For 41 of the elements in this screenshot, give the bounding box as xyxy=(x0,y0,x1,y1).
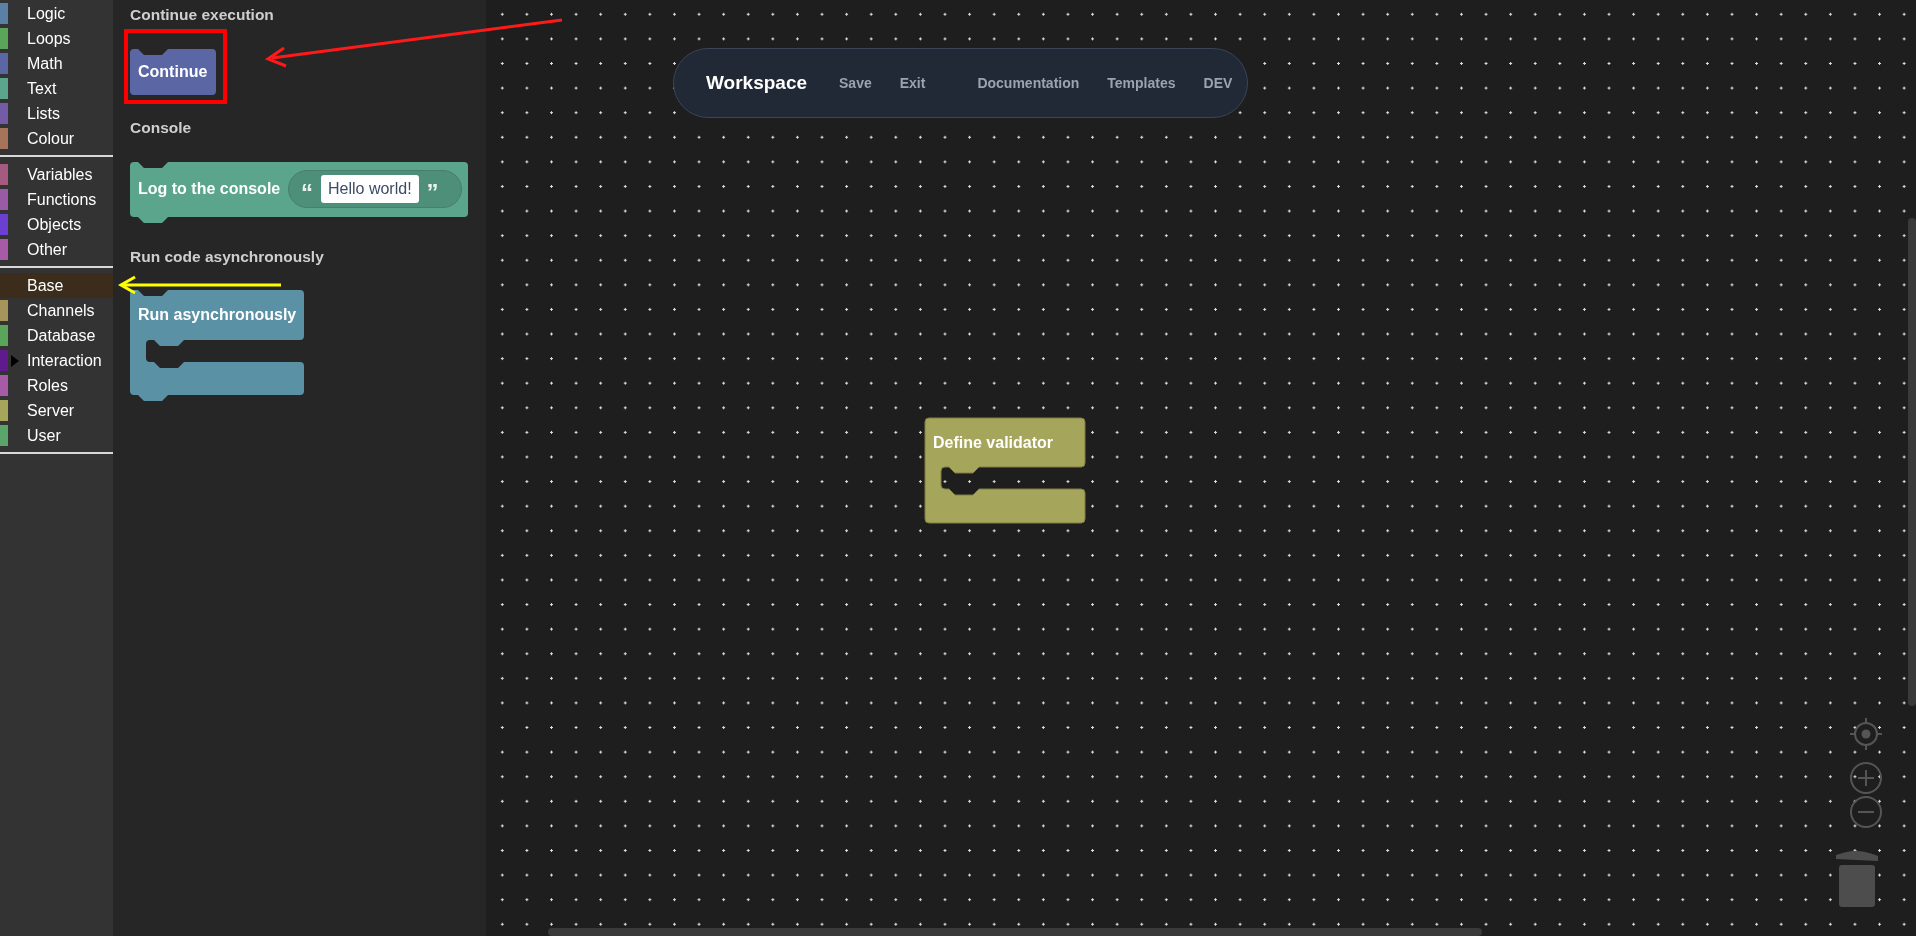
nav-link[interactable]: Documentation xyxy=(977,75,1080,91)
block-label: Continue xyxy=(138,63,208,81)
block-label: Run asynchronously xyxy=(138,306,297,324)
category-item[interactable]: Interaction xyxy=(0,348,113,373)
trash-icon[interactable] xyxy=(1835,850,1879,908)
recenter-target-icon[interactable] xyxy=(1849,717,1883,751)
nav-link[interactable]: Exit xyxy=(899,75,926,91)
category-item[interactable]: Base xyxy=(0,273,113,298)
section-heading: Continue execution xyxy=(130,5,275,25)
open-quote: “ xyxy=(301,181,313,205)
horizontal-scrollbar[interactable] xyxy=(548,928,1482,936)
expand-triangle-icon[interactable] xyxy=(11,355,19,367)
category-item[interactable]: Objects xyxy=(0,212,113,237)
block-label: Define validator xyxy=(933,434,1054,452)
close-quote: ” xyxy=(426,181,439,205)
category-item[interactable]: Text xyxy=(0,76,113,101)
workspace-title: Workspace xyxy=(706,72,808,94)
zoom-in-icon[interactable] xyxy=(1849,761,1883,795)
category-item[interactable]: Functions xyxy=(0,187,113,212)
string-field[interactable]: Hello world! xyxy=(321,175,419,203)
category-item[interactable]: Colour xyxy=(0,126,113,151)
zoom-out-icon[interactable] xyxy=(1849,795,1883,829)
category-item[interactable]: Lists xyxy=(0,101,113,126)
category-item[interactable]: User xyxy=(0,423,113,448)
section-heading: Console xyxy=(130,118,193,138)
nav-link[interactable]: DEV xyxy=(1203,75,1233,91)
category-item[interactable]: Database xyxy=(0,323,113,348)
category-item[interactable]: Logic xyxy=(0,1,113,26)
nav-link[interactable]: Save xyxy=(839,75,872,91)
block-label: Log to the console xyxy=(138,180,281,198)
category-item[interactable]: Server xyxy=(0,398,113,423)
category-item[interactable]: Variables xyxy=(0,162,113,187)
category-item[interactable]: Other xyxy=(0,237,113,262)
vertical-scrollbar[interactable] xyxy=(1908,218,1916,706)
section-heading: Run code asynchronously xyxy=(130,247,325,267)
category-item[interactable]: Loops xyxy=(0,26,113,51)
category-item[interactable]: Channels xyxy=(0,298,113,323)
nav-link[interactable]: Templates xyxy=(1107,75,1176,91)
code-block[interactable] xyxy=(130,290,304,401)
category-item[interactable]: Roles xyxy=(0,373,113,398)
category-item[interactable]: Math xyxy=(0,51,113,76)
